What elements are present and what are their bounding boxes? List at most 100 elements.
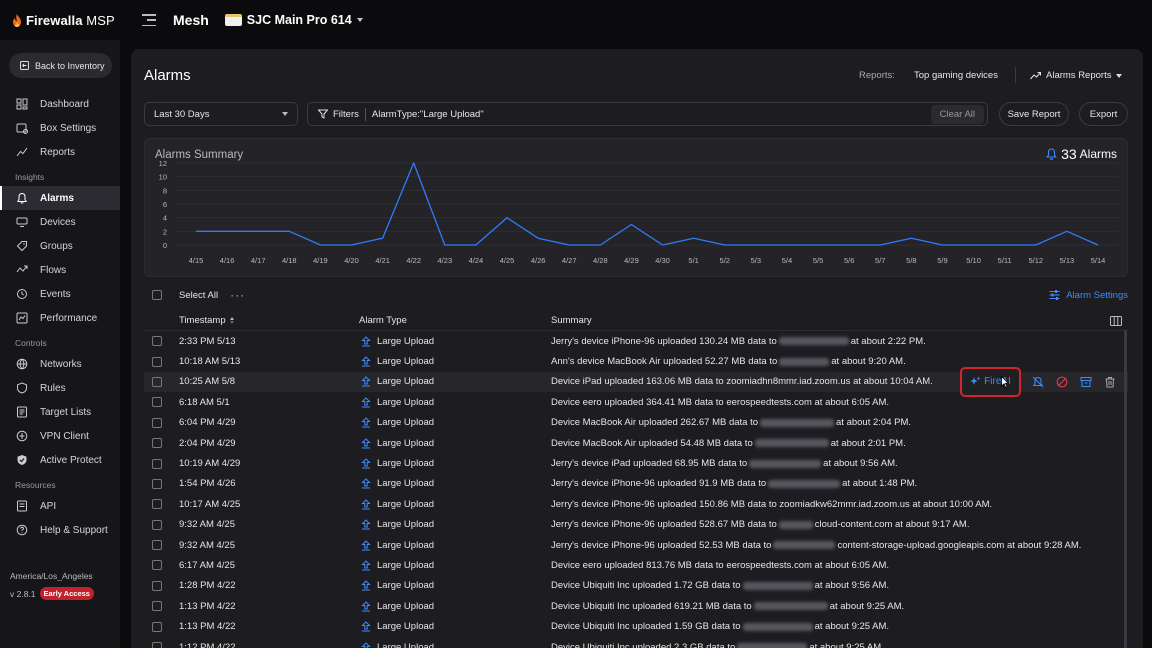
table-row[interactable]: 2:04 PM 4/29 Large Upload Device MacBook A… <box>144 433 1128 453</box>
columns-icon[interactable] <box>1110 316 1122 326</box>
data-point[interactable] <box>318 243 322 247</box>
table-row[interactable]: 1:13 PM 4/22 Large Upload Device Ubiquiti … <box>144 596 1128 616</box>
table-row[interactable]: 6:17 AM 4/25 Large Upload Device eero uplo… <box>144 555 1128 575</box>
sidebar-item-active-protect[interactable]: Active Protect <box>0 448 120 472</box>
sidebar-item-dashboard[interactable]: Dashboard <box>0 92 120 116</box>
row-checkbox[interactable] <box>152 499 162 510</box>
data-point[interactable] <box>1065 229 1069 233</box>
table-row[interactable]: 10:17 AM 4/25 Large Upload Jerry's device … <box>144 494 1128 514</box>
data-point[interactable] <box>474 243 478 247</box>
data-point[interactable] <box>225 229 229 233</box>
row-checkbox[interactable] <box>152 376 162 387</box>
data-point[interactable] <box>878 243 882 247</box>
data-point[interactable] <box>350 243 354 247</box>
sidebar-item-reports[interactable]: Reports <box>0 140 120 164</box>
row-checkbox[interactable] <box>152 478 162 489</box>
row-checkbox[interactable] <box>152 519 162 530</box>
back-to-inventory-button[interactable]: Back to Inventory <box>9 53 112 78</box>
sidebar-item-api[interactable]: API <box>0 494 120 518</box>
sidebar-item-rules[interactable]: Rules <box>0 376 120 400</box>
data-point[interactable] <box>598 243 602 247</box>
alarms-reports-dropdown[interactable]: Alarms Reports <box>1030 70 1123 81</box>
sidebar-item-target-lists[interactable]: Target Lists <box>0 400 120 424</box>
firewalla-logo[interactable]: Firewalla MSP <box>12 13 130 28</box>
row-checkbox[interactable] <box>152 438 162 449</box>
data-point[interactable] <box>940 243 944 247</box>
save-report-button[interactable]: Save Report <box>999 102 1069 126</box>
data-point[interactable] <box>816 243 820 247</box>
block-icon[interactable] <box>1054 374 1069 389</box>
table-row[interactable]: 6:18 AM 5/1 Large Upload Device eero uploa… <box>144 392 1128 412</box>
data-point[interactable] <box>909 236 913 240</box>
data-point[interactable] <box>381 236 385 240</box>
select-all-checkbox[interactable] <box>152 290 162 300</box>
row-checkbox[interactable] <box>152 397 162 408</box>
filter-icon[interactable] <box>318 109 328 119</box>
trash-icon[interactable] <box>1102 374 1117 389</box>
table-row[interactable]: 9:32 AM 4/25 Large Upload Jerry's device i… <box>144 535 1128 555</box>
sidebar-item-box-settings[interactable]: Box Settings <box>0 116 120 140</box>
sidebar-item-vpn-client[interactable]: VPN Client <box>0 424 120 448</box>
data-point[interactable] <box>1003 243 1007 247</box>
table-row[interactable]: 1:13 PM 4/22 Large Upload Device Ubiquiti … <box>144 616 1128 636</box>
more-options-icon[interactable]: ··· <box>230 289 245 301</box>
date-range-select[interactable]: Last 30 Days <box>144 102 298 126</box>
sidebar-item-groups[interactable]: Groups <box>0 234 120 258</box>
sort-icon[interactable] <box>229 317 234 324</box>
data-point[interactable] <box>847 243 851 247</box>
data-point[interactable] <box>692 236 696 240</box>
column-header-timestamp[interactable]: Timestamp <box>179 315 234 326</box>
row-checkbox[interactable] <box>152 356 162 367</box>
row-checkbox[interactable] <box>152 560 162 571</box>
hamburger-menu-icon[interactable] <box>142 14 156 26</box>
row-checkbox[interactable] <box>152 621 162 632</box>
filters-label[interactable]: Filters <box>333 109 359 120</box>
row-checkbox[interactable] <box>152 580 162 591</box>
table-row[interactable]: 2:33 PM 5/13 Large Upload Jerry's device i… <box>144 331 1128 351</box>
data-point[interactable] <box>1096 243 1100 247</box>
table-row[interactable]: 1:54 PM 4/26 Large Upload Jerry's device i… <box>144 474 1128 494</box>
mute-alarm-icon[interactable] <box>1030 374 1045 389</box>
table-row[interactable]: 1:28 PM 4/22 Large Upload Device Ubiquiti … <box>144 576 1128 596</box>
sidebar-item-events[interactable]: Events <box>0 282 120 306</box>
table-row[interactable]: 9:32 AM 4/25 Large Upload Jerry's device i… <box>144 515 1128 535</box>
table-scrollbar[interactable] <box>1124 330 1127 648</box>
top-gaming-devices-link[interactable]: Top gaming devices <box>914 70 998 81</box>
export-button[interactable]: Export <box>1079 102 1128 126</box>
row-checkbox[interactable] <box>152 642 162 648</box>
data-point[interactable] <box>723 243 727 247</box>
row-checkbox[interactable] <box>152 458 162 469</box>
device-selector[interactable]: SJC Main Pro 614 <box>224 13 363 27</box>
archive-icon[interactable] <box>1078 374 1093 389</box>
sidebar-item-networks[interactable]: Networks <box>0 352 120 376</box>
data-point[interactable] <box>785 243 789 247</box>
data-point[interactable] <box>505 216 509 220</box>
sidebar-item-alarms[interactable]: Alarms <box>0 186 120 210</box>
select-all-label[interactable]: Select All <box>179 290 218 301</box>
data-point[interactable] <box>972 243 976 247</box>
data-point[interactable] <box>661 243 665 247</box>
data-point[interactable] <box>1034 243 1038 247</box>
data-point[interactable] <box>443 243 447 247</box>
alarm-settings-button[interactable]: Alarm Settings <box>1049 290 1128 301</box>
row-checkbox[interactable] <box>152 417 162 428</box>
sidebar-item-performance[interactable]: Performance <box>0 306 120 330</box>
table-row[interactable]: 6:04 PM 4/29 Large Upload Device MacBook A… <box>144 413 1128 433</box>
sidebar-item-devices[interactable]: Devices <box>0 210 120 234</box>
table-row[interactable]: 10:19 AM 4/29 Large Upload Jerry's device … <box>144 453 1128 473</box>
row-checkbox[interactable] <box>152 336 162 347</box>
row-checkbox[interactable] <box>152 540 162 551</box>
table-row[interactable]: 1:12 PM 4/22 Large Upload Device Ubiquiti … <box>144 637 1128 648</box>
column-header-summary[interactable]: Summary <box>551 315 592 326</box>
data-point[interactable] <box>412 161 416 165</box>
data-point[interactable] <box>754 243 758 247</box>
data-point[interactable] <box>536 236 540 240</box>
data-point[interactable] <box>567 243 571 247</box>
data-point[interactable] <box>629 223 633 227</box>
data-point[interactable] <box>256 229 260 233</box>
filter-query-input[interactable] <box>371 108 931 120</box>
sidebar-item-flows[interactable]: Flows <box>0 258 120 282</box>
clear-all-button[interactable]: Clear All <box>930 104 984 124</box>
sidebar-item-help-support[interactable]: Help & Support <box>0 518 120 542</box>
data-point[interactable] <box>287 229 291 233</box>
